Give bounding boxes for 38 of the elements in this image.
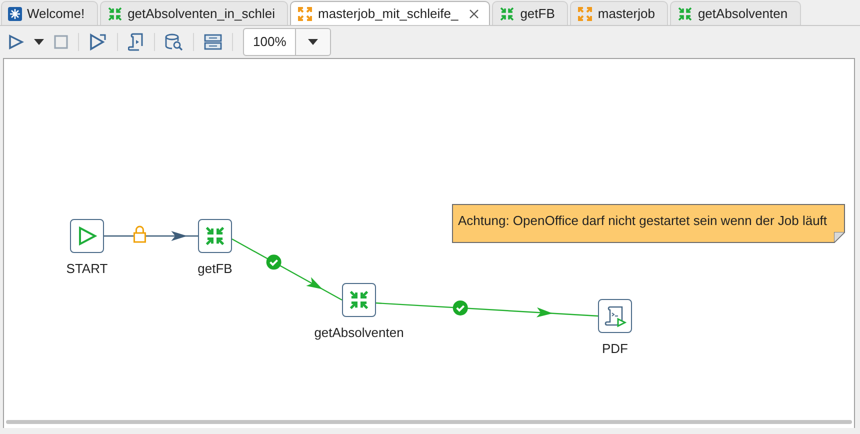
- editor-tab[interactable]: getFB: [492, 1, 568, 25]
- play-icon: [77, 226, 97, 246]
- editor-tab[interactable]: Welcome!: [1, 1, 98, 25]
- note-text: Achtung: OpenOffice darf nicht gestartet sein wenn der Job läuft: [458, 213, 828, 228]
- script-scroll-icon: [603, 304, 627, 328]
- job-node[interactable]: [70, 219, 104, 253]
- run-icon[interactable]: [8, 34, 24, 50]
- inward-arrows-icon: [676, 6, 693, 22]
- lock-icon: [133, 226, 146, 243]
- layout-icon[interactable]: [204, 34, 222, 50]
- inward-arrows-icon: [106, 6, 123, 22]
- outward-arrows-icon: [297, 6, 313, 22]
- star-network-icon: [8, 6, 22, 20]
- job-node[interactable]: [342, 283, 376, 317]
- outward-arrows-icon: [576, 6, 593, 22]
- horizontal-scrollbar[interactable]: [6, 420, 852, 424]
- editor-tab[interactable]: masterjob_mit_schleife_: [290, 1, 490, 25]
- job-node[interactable]: [198, 219, 232, 253]
- inward-arrows-icon: [348, 289, 370, 311]
- script-icon[interactable]: [128, 33, 144, 51]
- inward-arrows-icon: [499, 6, 516, 22]
- job-node[interactable]: [598, 299, 632, 333]
- editor-tab[interactable]: getAbsolventen_in_schlei: [100, 1, 288, 25]
- debug-run-icon[interactable]: [89, 33, 107, 51]
- node-label: getFB: [198, 260, 232, 278]
- node-label: PDF: [602, 340, 628, 358]
- close-icon[interactable]: [469, 8, 480, 18]
- check-badge-icon: [266, 254, 282, 270]
- caret-icon[interactable]: [34, 39, 44, 45]
- node-label: START: [66, 260, 108, 278]
- inward-arrows-icon: [204, 225, 226, 247]
- caret-icon: [308, 39, 318, 45]
- database-search-icon[interactable]: [165, 33, 183, 51]
- editor-tab[interactable]: masterjob: [570, 1, 668, 25]
- check-badge-icon: [452, 300, 468, 316]
- zoom-field[interactable]: 100%: [244, 29, 296, 55]
- node-label: getAbsolventen: [314, 324, 404, 342]
- editor-tab[interactable]: getAbsolventen: [670, 1, 801, 25]
